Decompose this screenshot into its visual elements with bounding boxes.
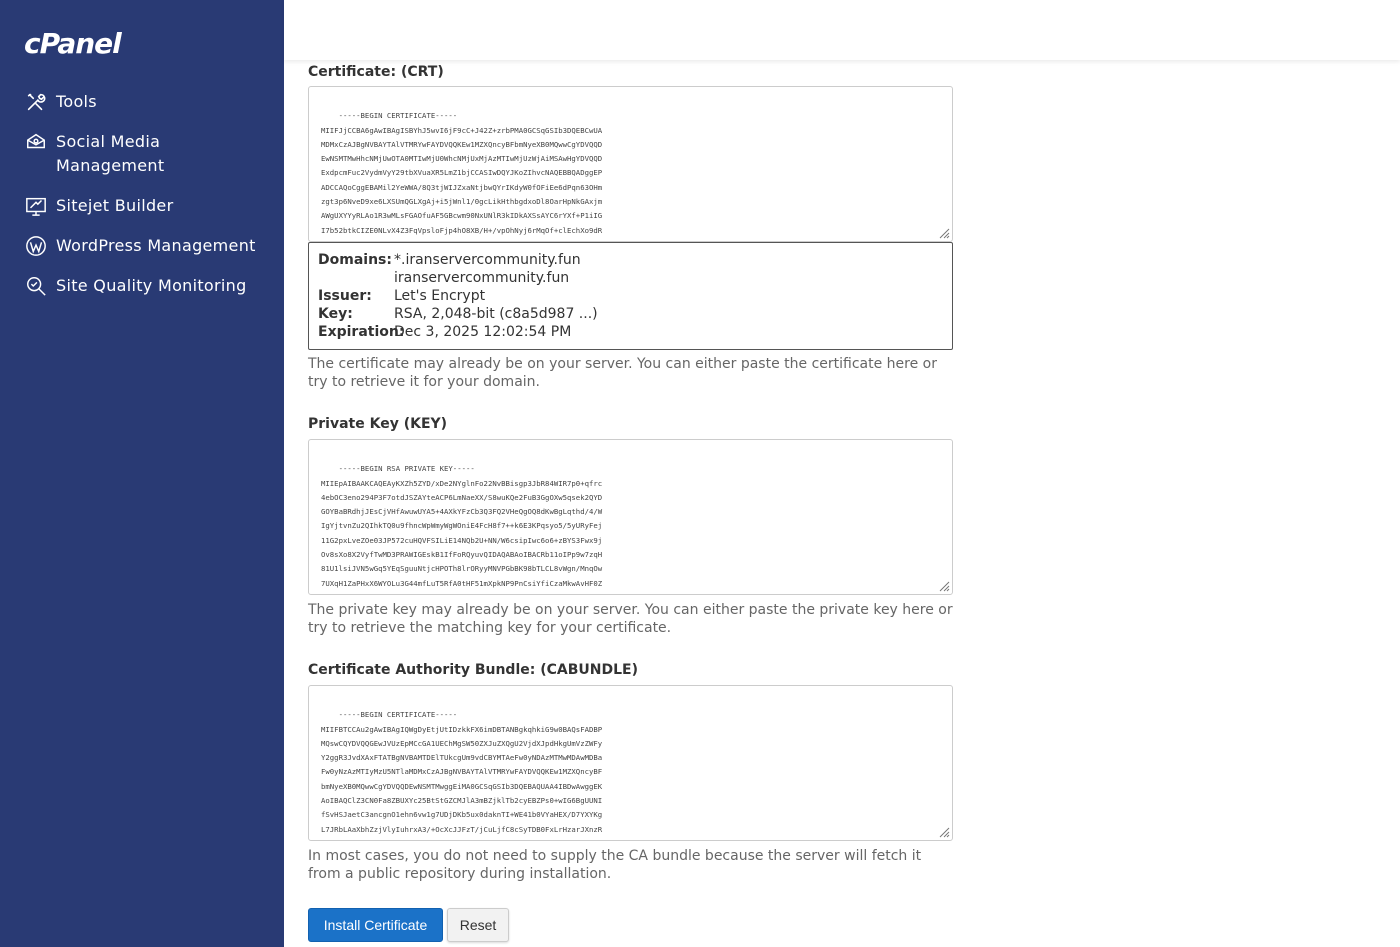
key-label: Key:: [318, 306, 353, 322]
domains-row: Domains: *.iranservercommunity.fun irans…: [318, 251, 943, 287]
social-media-icon: [24, 130, 48, 154]
sidebar: cPanel Tools Social Media Management Sit…: [0, 0, 284, 947]
expiration-row: Expiration: Dec 3, 2025 12:02:54 PM: [318, 323, 943, 341]
certificate-help-text: The certificate may already be on your s…: [308, 356, 937, 390]
certificate-text: -----BEGIN CERTIFICATE----- MIIFJjCCBA6g…: [321, 111, 603, 241]
sidebar-item-site-quality[interactable]: Site Quality Monitoring: [0, 274, 284, 298]
issuer-value: Let's Encrypt: [394, 288, 486, 304]
install-certificate-button[interactable]: Install Certificate: [308, 908, 443, 942]
cabundle-label: Certificate Authority Bundle: (CABUNDLE): [308, 662, 638, 678]
resize-handle-icon[interactable]: [938, 580, 950, 592]
key-value: RSA, 2,048-bit (c8a5d987 ...): [394, 306, 598, 322]
issuer-label: Issuer:: [318, 288, 372, 304]
sitejet-icon: [24, 194, 48, 218]
private-key-text: -----BEGIN RSA PRIVATE KEY----- MIIEpAIB…: [321, 464, 603, 594]
cabundle-help-text: In most cases, you do not need to supply…: [308, 848, 922, 882]
sidebar-item-label: WordPress Management: [56, 236, 256, 255]
sidebar-item-wordpress[interactable]: WordPress Management: [0, 234, 284, 258]
wordpress-icon: [24, 234, 48, 258]
sidebar-nav: Tools Social Media Management Sitejet Bu…: [0, 90, 284, 314]
certificate-textarea[interactable]: -----BEGIN CERTIFICATE----- MIIFJjCCBA6g…: [308, 86, 953, 242]
key-row: Key: RSA, 2,048-bit (c8a5d987 ...): [318, 305, 943, 323]
certificate-details: Domains: *.iranservercommunity.fun irans…: [308, 242, 953, 350]
private-key-label: Private Key (KEY): [308, 416, 448, 432]
sidebar-item-sitejet[interactable]: Sitejet Builder: [0, 194, 284, 218]
sidebar-item-label: Site Quality Monitoring: [56, 276, 247, 295]
sidebar-item-label: Tools: [56, 92, 97, 111]
issuer-row: Issuer: Let's Encrypt: [318, 287, 943, 305]
sidebar-item-social-media[interactable]: Social Media Management: [0, 130, 284, 178]
certificate-label: Certificate: (CRT): [308, 64, 444, 80]
private-key-textarea[interactable]: -----BEGIN RSA PRIVATE KEY----- MIIEpAIB…: [308, 439, 953, 595]
cabundle-text: -----BEGIN CERTIFICATE----- MIIFBTCCAu2g…: [321, 710, 603, 840]
sidebar-item-tools[interactable]: Tools: [0, 90, 284, 114]
expiration-label: Expiration:: [318, 324, 405, 340]
cpanel-logo[interactable]: cPanel: [24, 27, 122, 60]
reset-button[interactable]: Reset: [447, 908, 509, 942]
cabundle-textarea[interactable]: -----BEGIN CERTIFICATE----- MIIFBTCCAu2g…: [308, 685, 953, 841]
sidebar-item-label: Social Media Management: [56, 132, 165, 175]
top-header: [284, 0, 1400, 60]
resize-handle-icon[interactable]: [938, 227, 950, 239]
tools-icon: [24, 90, 48, 114]
domain-item: *.iranservercommunity.fun: [394, 252, 581, 268]
domains-label: Domains:: [318, 252, 392, 268]
domains-value: *.iranservercommunity.fun iranservercomm…: [394, 251, 943, 287]
sidebar-item-label: Sitejet Builder: [56, 196, 174, 215]
resize-handle-icon[interactable]: [938, 826, 950, 838]
private-key-help-text: The private key may already be on your s…: [308, 602, 953, 636]
expiration-value: Dec 3, 2025 12:02:54 PM: [394, 324, 572, 340]
site-quality-icon: [24, 274, 48, 298]
domain-item: iranservercommunity.fun: [394, 270, 570, 286]
